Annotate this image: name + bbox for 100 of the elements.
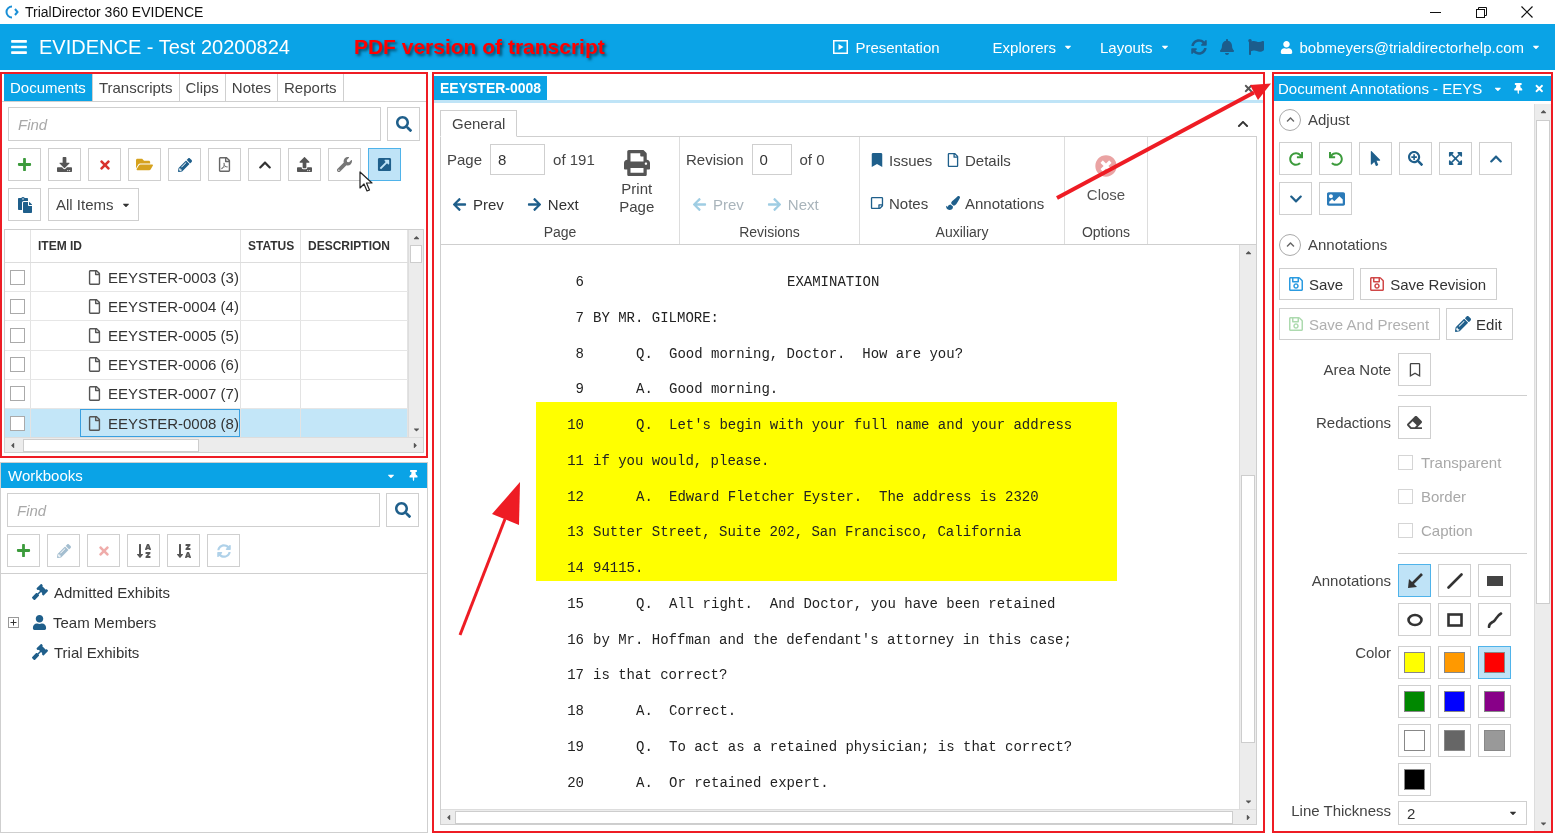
toolbar-button[interactable] [328, 148, 361, 181]
tree-item[interactable]: Admitted Exhibits [54, 583, 170, 601]
ribbon-tab[interactable]: General [440, 110, 518, 137]
toolbar-button[interactable] [168, 148, 201, 181]
toolbar-button[interactable] [1279, 182, 1312, 215]
scrollbar-thumb[interactable] [1536, 120, 1550, 604]
color-button[interactable] [1398, 646, 1431, 679]
table-row[interactable]: EEYSTER-0003 (3) [5, 263, 408, 293]
scroll-left-icon[interactable] [444, 812, 453, 822]
chevron-up-icon[interactable] [1237, 118, 1249, 130]
scroll-up-icon[interactable] [1243, 248, 1253, 257]
scroll-down-icon[interactable] [411, 425, 421, 434]
color-button[interactable] [1438, 646, 1471, 679]
scroll-left-icon[interactable] [8, 440, 17, 450]
horizontal-scrollbar[interactable] [5, 437, 423, 452]
shape-tool-button[interactable] [1478, 603, 1511, 636]
tree-item[interactable]: Trial Exhibits [54, 643, 140, 661]
flag-icon[interactable] [1247, 39, 1264, 55]
tree-item[interactable]: Team Members [53, 613, 157, 631]
toolbar-button[interactable] [127, 534, 160, 567]
color-button[interactable] [1438, 685, 1471, 718]
vertical-scrollbar[interactable] [1534, 104, 1551, 831]
scroll-up-icon[interactable] [1538, 107, 1548, 116]
toolbar-button[interactable] [1359, 142, 1392, 175]
color-button[interactable] [1478, 724, 1511, 757]
expand-icon[interactable] [8, 616, 19, 628]
toolbar-button[interactable] [1319, 182, 1352, 215]
search-field[interactable]: Find [8, 107, 381, 141]
toolbar-button[interactable] [167, 534, 200, 567]
refresh-icon[interactable] [1190, 39, 1207, 55]
scroll-up-icon[interactable] [411, 233, 421, 242]
search-field[interactable]: Find [7, 493, 380, 527]
next-button[interactable]: Next [526, 192, 579, 216]
column-header[interactable]: ITEM ID [31, 230, 241, 262]
annotations-button[interactable]: Annotations [946, 191, 1064, 215]
scroll-right-icon[interactable] [411, 440, 420, 450]
close-icon[interactable] [1243, 82, 1254, 94]
toolbar-button[interactable] [248, 148, 281, 181]
collapse-button[interactable] [1279, 233, 1301, 256]
save-button[interactable]: Save [1279, 268, 1355, 300]
shape-tool-button[interactable] [1398, 603, 1431, 636]
revision-field[interactable]: 0 [751, 144, 792, 175]
column-header[interactable]: STATUS [241, 230, 301, 262]
filter-dropdown[interactable]: All Items [48, 188, 139, 221]
color-button[interactable] [1398, 724, 1431, 757]
search-button[interactable] [387, 107, 420, 141]
scrollbar-thumb[interactable] [23, 438, 199, 452]
toolbar-button[interactable] [1399, 142, 1432, 175]
toolbar-button[interactable] [288, 148, 321, 181]
scrollbar-thumb[interactable] [1241, 475, 1255, 743]
search-button[interactable] [386, 493, 419, 527]
toolbar-button[interactable] [208, 148, 241, 181]
toolbar-button[interactable] [1479, 142, 1512, 175]
menu-button[interactable] [10, 38, 28, 56]
shape-tool-button[interactable] [1478, 564, 1511, 597]
notes-button[interactable]: Notes [870, 191, 946, 215]
table-row[interactable]: EEYSTER-0008 (8) [5, 408, 408, 439]
scroll-right-icon[interactable] [1244, 812, 1253, 822]
redaction-button[interactable] [1398, 406, 1431, 439]
toolbar-button[interactable] [368, 148, 401, 181]
bell-icon[interactable] [1218, 39, 1235, 55]
row-checkbox[interactable] [10, 327, 25, 343]
row-checkbox[interactable] [10, 269, 25, 285]
table-row[interactable]: EEYSTER-0005 (5) [5, 321, 408, 351]
shape-tool-button[interactable] [1398, 564, 1431, 597]
pin-icon[interactable] [1514, 83, 1523, 94]
print-page-button[interactable]: Print Page [614, 150, 659, 216]
prev-button[interactable]: Prev [452, 192, 504, 216]
table-row[interactable]: EEYSTER-0007 (7) [5, 379, 408, 409]
color-button[interactable] [1478, 685, 1511, 718]
toolbar-button[interactable] [88, 148, 121, 181]
scroll-down-icon[interactable] [1538, 819, 1548, 828]
page-field[interactable]: 8 [490, 144, 546, 175]
toolbar-button[interactable] [1279, 142, 1312, 175]
toolbar-button[interactable] [1319, 142, 1352, 175]
shape-tool-button[interactable] [1438, 564, 1471, 597]
shape-tool-button[interactable] [1438, 603, 1471, 636]
toolbar-button[interactable] [8, 148, 41, 181]
vertical-scrollbar[interactable] [408, 230, 423, 437]
toolbar-button[interactable] [8, 188, 41, 221]
line-thickness-dropdown[interactable]: 2 [1398, 801, 1527, 825]
row-checkbox[interactable] [10, 357, 25, 373]
table-row[interactable]: EEYSTER-0006 (6) [5, 350, 408, 380]
toolbar-button[interactable] [1439, 142, 1472, 175]
collapse-button[interactable] [1279, 108, 1301, 131]
pin-icon[interactable] [408, 470, 419, 481]
scrollbar-thumb[interactable] [410, 245, 422, 263]
color-button[interactable] [1398, 685, 1431, 718]
color-button[interactable] [1438, 724, 1471, 757]
issues-button[interactable]: Issues [870, 148, 946, 172]
row-checkbox[interactable] [10, 298, 25, 314]
save-revision-button[interactable]: Save Revision [1360, 268, 1498, 300]
scroll-down-icon[interactable] [1243, 797, 1253, 806]
table-row[interactable]: EEYSTER-0004 (4) [5, 292, 408, 322]
toolbar-button[interactable] [7, 534, 40, 567]
area-note-button[interactable] [1398, 353, 1431, 386]
edit-button[interactable]: Edit [1446, 308, 1513, 340]
color-button[interactable] [1398, 763, 1431, 796]
vertical-scrollbar[interactable] [1239, 245, 1256, 809]
row-checkbox[interactable] [10, 386, 25, 402]
